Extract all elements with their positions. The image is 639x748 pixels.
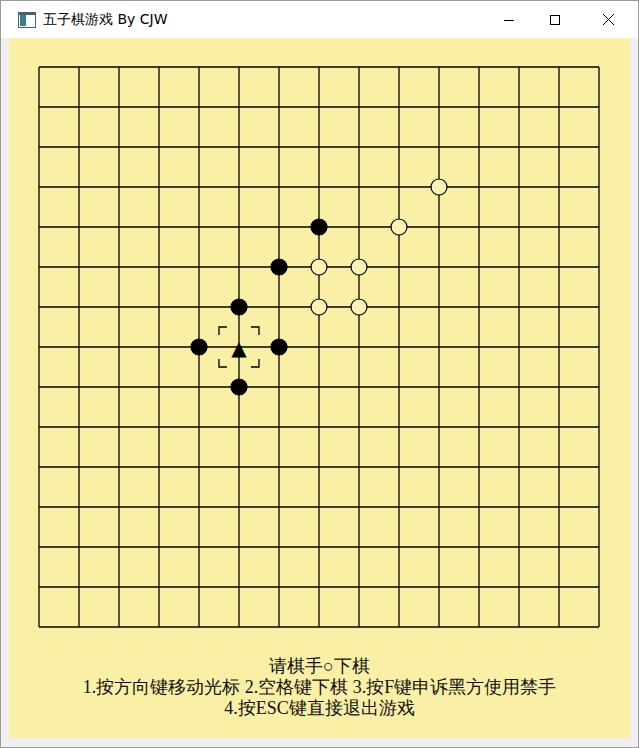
window-title: 五子棋游戏 By CJW — [43, 9, 168, 30]
black-stone — [311, 219, 327, 235]
cursor-icon — [219, 327, 259, 367]
black-stone — [271, 259, 287, 275]
grid-line — [358, 67, 359, 627]
black-stone — [271, 339, 287, 355]
instruction-text: 1.按方向键移动光标 2.空格键下棋 3.按F键申诉黑方使用禁手 — [83, 677, 557, 698]
game-window: 五子棋游戏 By CJW ▲ 请棋手○下棋1.按方向键移动光标 2.空格键下棋 3.… — [0, 0, 639, 748]
maximize-button[interactable] — [532, 1, 578, 38]
black-stone — [231, 379, 247, 395]
white-stone — [351, 299, 367, 315]
grid-line — [78, 67, 79, 627]
grid-line — [558, 67, 559, 627]
instruction-text: 4.按ESC键直接退出游戏 — [224, 698, 415, 719]
grid-line — [438, 67, 439, 627]
white-stone — [311, 259, 327, 275]
status-text: 请棋手○下棋 — [269, 656, 370, 677]
maximize-icon — [550, 15, 560, 25]
grid-line — [158, 67, 159, 627]
black-stone — [191, 339, 207, 355]
grid-line — [518, 67, 519, 627]
minimize-button[interactable] — [486, 1, 532, 38]
grid-line — [398, 67, 399, 627]
close-button[interactable] — [578, 1, 638, 38]
white-stone — [431, 179, 447, 195]
last-move-marker: ▲ — [231, 336, 247, 360]
minimize-icon — [504, 15, 514, 25]
title-bar[interactable]: 五子棋游戏 By CJW — [1, 1, 638, 38]
grid-line — [38, 67, 39, 627]
grid-line — [598, 67, 599, 627]
grid-line — [118, 67, 119, 627]
grid-line — [478, 67, 479, 627]
white-stone — [351, 259, 367, 275]
game-board[interactable]: ▲ — [29, 57, 609, 637]
game-area: ▲ 请棋手○下棋1.按方向键移动光标 2.空格键下棋 3.按F键申诉黑方使用禁手4… — [9, 38, 630, 738]
app-icon — [18, 12, 36, 28]
black-stone — [231, 299, 247, 315]
info-panel: 请棋手○下棋1.按方向键移动光标 2.空格键下棋 3.按F键申诉黑方使用禁手4.… — [9, 656, 630, 719]
white-stone — [391, 219, 407, 235]
close-icon — [603, 14, 614, 25]
white-stone — [311, 299, 327, 315]
grid-line — [318, 67, 319, 627]
